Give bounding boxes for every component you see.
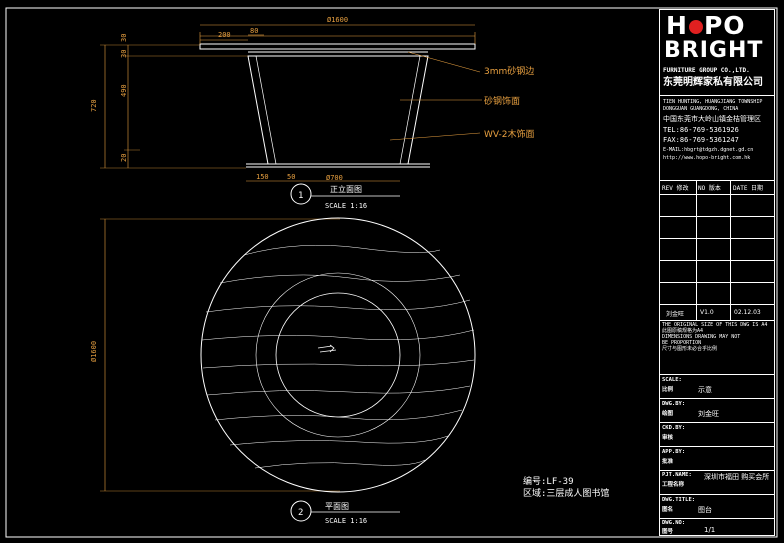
dim-top-offset: 200	[218, 31, 231, 39]
dim-base-offset: 150	[256, 173, 269, 181]
logo-dot-icon	[688, 20, 703, 34]
field-appby-label-en: APP.BY:	[662, 449, 686, 455]
rev-header-rev: REV 修改	[662, 185, 689, 192]
logo-line2: BRIGHT	[664, 38, 764, 63]
fax: FAX:86-769-5361247	[663, 136, 739, 144]
field-title-value: 图台	[698, 506, 712, 514]
field-project-value: 深圳市福田 购买会所	[704, 473, 770, 481]
dim-height-top: 30	[120, 34, 128, 42]
dim-height-mid: 490	[120, 84, 128, 97]
field-dwgby-label-cn: 绘图	[662, 411, 674, 417]
company-cn: 东莞明辉家私有限公司	[663, 77, 763, 88]
view-2-title: 平面图	[325, 502, 349, 511]
address-en-1: TIEN HUNTING, HUANGJIANG TOWNSHIP	[663, 99, 763, 105]
view-2-number: 2	[298, 508, 303, 518]
notice-5: 尺寸与图形未必合乎比例	[662, 346, 718, 352]
company-logo: H PO BRIGHT	[660, 10, 774, 68]
address-en-2: DONGGUAN GUANGDONG, CHINA	[663, 106, 739, 112]
field-appby-label-cn: 批准	[662, 459, 674, 465]
view-2-scale: SCALE 1:16	[325, 517, 367, 525]
tabletop-outline	[199, 43, 476, 50]
field-project-label-cn: 工程名称	[662, 482, 685, 488]
body-frustum	[247, 55, 429, 165]
rev-header-no: NO 版本	[698, 185, 721, 192]
callout-steel-edge: 3mm砂钢边	[484, 65, 534, 77]
plan-area: 区域:三层成人图书馆	[523, 487, 609, 499]
title-block: H PO BRIGHT FURNITURE GROUP CO.,LTD. 东莞明辉…	[659, 9, 775, 536]
field-dwgby-label-en: DWG.BY:	[662, 401, 686, 407]
dim-base-step: 50	[287, 173, 295, 181]
rev-header-date: DATE 日期	[733, 185, 764, 192]
field-dwgby-value: 刘金旺	[698, 410, 719, 418]
grain-direction-arrow	[317, 344, 337, 353]
dim-plan-diameter: Ø1600	[90, 341, 98, 362]
rev-by: 刘金旺	[666, 311, 685, 318]
dim-height-top2: 30	[120, 50, 128, 58]
plan-view: Ø1600 2 平面图 SCALE 1:16 编号:LF-39 区域:三层成人图…	[90, 217, 609, 525]
plan-base-circle	[275, 292, 401, 418]
field-title-label-cn: 图名	[662, 507, 674, 513]
view-1-number: 1	[298, 191, 303, 201]
plan-top-circle	[200, 217, 476, 493]
dim-overall-width: Ø1600	[327, 16, 348, 24]
dim-top-step: 80	[250, 27, 258, 35]
rev-version: V1.0	[700, 309, 714, 316]
address-cn: 中国东莞市大岭山镇金桔管理区	[663, 115, 761, 123]
field-scale-value: 示意	[698, 386, 712, 394]
plan-body-circle	[255, 272, 421, 438]
wood-grain	[201, 244, 475, 469]
field-scale-label-cn: 比例	[662, 387, 674, 393]
field-title-label-en: DWG.TITLE:	[662, 497, 696, 503]
field-dwgno-value: 1/1	[704, 526, 716, 534]
dim-base-width: Ø700	[326, 174, 343, 182]
field-dwgno-label-en: DWG.NO:	[662, 520, 686, 526]
callout-wood-finish: WV-2木饰面	[484, 128, 535, 140]
elevation-view: Ø1600 200 80 720 30 30 490 20 150 50 Ø70…	[90, 16, 535, 210]
rev-date: 02.12.03	[734, 309, 761, 316]
tel: TEL:86-769-5361926	[663, 126, 739, 134]
field-ckdby-label-cn: 审核	[662, 435, 674, 441]
callout-steel-finish: 砂钢饰面	[484, 95, 520, 107]
field-project-label-en: PJT.NAME:	[662, 472, 692, 478]
company-en: FURNITURE GROUP CO.,LTD.	[663, 67, 750, 74]
dim-height-total: 720	[90, 99, 98, 112]
view-1-title: 正立面图	[330, 184, 362, 194]
plan-code: 编号:LF-39	[523, 475, 574, 487]
email: E-MAIL:hbgrt@tdgzh.dgnet.gd.cn	[663, 147, 754, 153]
logo-letters-po: PO	[703, 11, 746, 40]
field-ckdby-label-en: CKD.BY:	[662, 425, 686, 431]
logo-letter-h: H	[666, 11, 688, 40]
dim-height-base: 20	[120, 154, 128, 162]
website: http://www.hopo-bright.com.hk	[663, 155, 751, 161]
field-dwgno-label-cn: 图号	[662, 529, 674, 535]
field-scale-label-en: SCALE:	[662, 377, 682, 383]
view-1-scale: SCALE 1:16	[325, 202, 367, 210]
